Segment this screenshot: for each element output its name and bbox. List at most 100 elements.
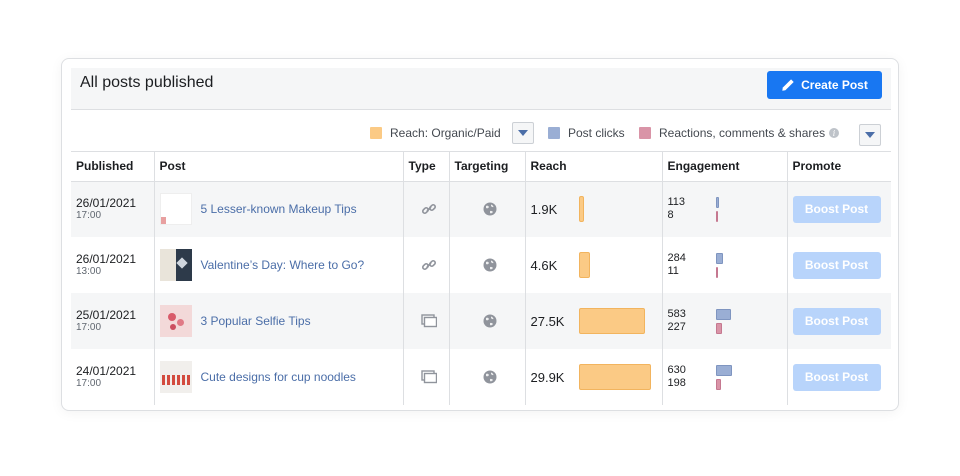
reactions-bar: [715, 266, 718, 278]
publish-time: 13:00: [76, 266, 102, 277]
post-clicks-value: 113: [667, 196, 686, 209]
post-thumbnail[interactable]: [159, 361, 192, 393]
column-header[interactable]: Promote: [786, 152, 891, 182]
reach-cell: 29.9K: [524, 349, 662, 405]
clicks-swatch: [548, 127, 560, 139]
globe-icon[interactable]: [455, 258, 525, 272]
pencil-icon: [782, 79, 794, 91]
reactions-value: 198: [667, 377, 686, 389]
post-title-link[interactable]: Cute designs for cup noodles: [201, 370, 356, 384]
legend-clicks: Post clicks: [548, 126, 625, 140]
engagement-cell: 113 8: [661, 181, 787, 237]
publish-time: 17:00: [76, 322, 102, 333]
create-post-label: Create Post: [801, 78, 868, 92]
post-clicks-bar: [715, 196, 719, 208]
reach-bar: [578, 252, 590, 278]
engagement-cell: 583 227: [661, 293, 787, 349]
boost-post-button[interactable]: Boost Post: [792, 307, 881, 335]
publish-date: 26/01/2021: [76, 252, 137, 266]
globe-icon[interactable]: [455, 314, 525, 328]
boost-post-button[interactable]: Boost Post: [792, 251, 881, 279]
post-thumbnail[interactable]: [159, 193, 192, 226]
reach-value: 27.5K: [530, 313, 565, 329]
reach-value: 1.9K: [530, 201, 558, 217]
reach-value: 29.9K: [530, 369, 565, 385]
targeting-cell: [448, 293, 525, 349]
column-header[interactable]: Type: [402, 152, 449, 182]
boost-post-button[interactable]: Boost Post: [792, 363, 881, 391]
engagement-dropdown-button[interactable]: [859, 124, 881, 146]
metrics-legend: Reach: Organic/Paid Post clicks Reaction…: [71, 110, 891, 152]
reach-dropdown-button[interactable]: [512, 122, 534, 144]
targeting-cell: [448, 349, 525, 405]
post-title-link[interactable]: 3 Popular Selfie Tips: [201, 314, 311, 328]
targeting-cell: [448, 181, 525, 237]
publish-time: 17:00: [76, 378, 102, 389]
post-cell: 3 Popular Selfie Tips: [153, 293, 403, 349]
posts-panel: All posts published Create Post Reach: O…: [71, 68, 891, 405]
boost-post-button[interactable]: Boost Post: [792, 195, 881, 223]
type-cell: [402, 237, 449, 293]
post-clicks-bar: [715, 308, 731, 320]
type-cell: [402, 349, 449, 405]
engagement-cell: 630 198: [661, 349, 787, 405]
legend-reactions-label: Reactions, comments & shares: [659, 126, 826, 140]
panel-header: All posts published Create Post: [71, 68, 891, 110]
targeting-cell: [448, 237, 525, 293]
publish-date: 26/01/2021: [76, 196, 137, 211]
posts-table: Published Post Type Targeting Reach Enga…: [71, 152, 891, 405]
post-title-link[interactable]: Valentine’s Day: Where to Go?: [201, 258, 365, 272]
column-header[interactable]: Reach: [524, 152, 662, 182]
link-icon: [409, 201, 449, 217]
promote-cell: Boost Post: [786, 237, 891, 293]
globe-icon[interactable]: [455, 370, 525, 384]
publish-time: 17:00: [76, 210, 102, 222]
reach-bar: [578, 308, 645, 334]
reach-bar: [578, 196, 584, 223]
reactions-bar: [715, 322, 722, 334]
promote-cell: Boost Post: [786, 349, 891, 405]
reach-cell: 27.5K: [524, 293, 662, 349]
table-header-row: Published Post Type Targeting Reach Enga…: [71, 152, 891, 182]
legend-clicks-label: Post clicks: [568, 126, 625, 140]
table-row: 24/01/2021 17:00 Cute designs for cup no…: [71, 349, 891, 405]
post-cell: 5 Lesser-known Makeup Tips: [153, 181, 403, 237]
post-clicks-bar: [715, 252, 723, 264]
legend-reach: Reach: Organic/Paid: [370, 126, 501, 140]
post-cell: Valentine’s Day: Where to Go?: [153, 237, 403, 293]
reach-bar: [578, 364, 651, 390]
reactions-value: 227: [667, 321, 686, 333]
promote-cell: Boost Post: [786, 181, 891, 237]
post-clicks-bar: [715, 364, 732, 376]
publish-date: 25/01/2021: [76, 308, 137, 322]
globe-icon[interactable]: [455, 202, 525, 216]
chevron-down-icon: [865, 132, 875, 138]
table-row: 26/01/2021 13:00 Valentine’s Day: Where …: [71, 237, 891, 293]
reach-cell: 4.6K: [524, 237, 662, 293]
reach-cell: 1.9K: [524, 181, 662, 237]
post-thumbnail[interactable]: [159, 305, 192, 337]
album-icon: [409, 314, 449, 328]
published-cell: 26/01/2021 17:00: [71, 181, 154, 237]
column-header[interactable]: Post: [153, 152, 403, 182]
post-title-link[interactable]: 5 Lesser-known Makeup Tips: [201, 202, 357, 216]
info-icon[interactable]: i: [829, 128, 840, 138]
reactions-value: 8: [667, 209, 674, 222]
reactions-bar: [715, 210, 718, 222]
post-clicks-value: 284: [667, 252, 686, 264]
page-title: All posts published: [80, 74, 214, 91]
reactions-swatch: [639, 127, 651, 139]
link-icon: [409, 257, 449, 273]
column-header[interactable]: Targeting: [448, 152, 525, 182]
promote-cell: Boost Post: [786, 293, 891, 349]
create-post-button[interactable]: Create Post: [767, 71, 882, 99]
column-header[interactable]: Engagement: [661, 152, 787, 182]
reach-value: 4.6K: [530, 257, 558, 273]
publish-date: 24/01/2021: [76, 364, 137, 378]
column-header[interactable]: Published: [71, 152, 154, 182]
published-cell: 26/01/2021 13:00: [71, 237, 154, 293]
type-cell: [402, 181, 449, 237]
published-cell: 25/01/2021 17:00: [71, 293, 154, 349]
post-thumbnail[interactable]: [159, 249, 192, 281]
type-cell: [402, 293, 449, 349]
